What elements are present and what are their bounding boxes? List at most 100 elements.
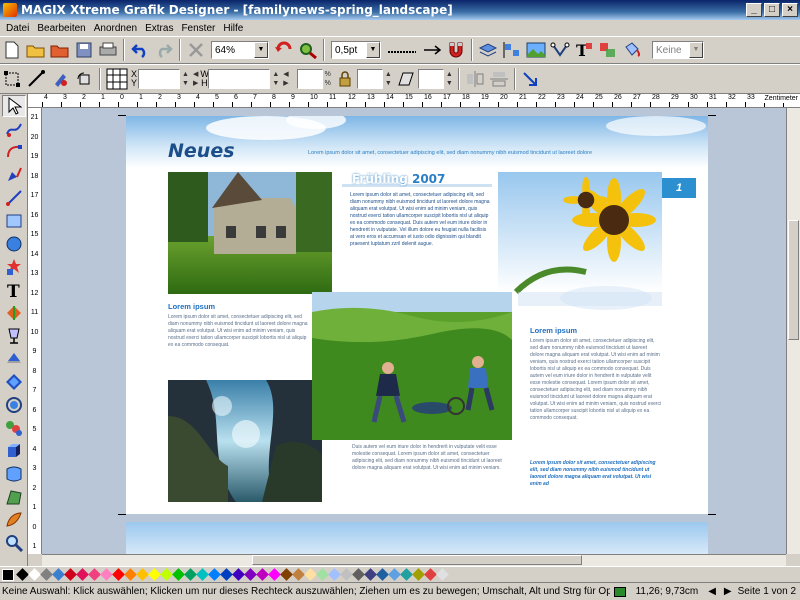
group-icon[interactable] (597, 39, 619, 61)
y-spinner[interactable]: ◀ ▶ (193, 70, 198, 88)
chevron-down-icon[interactable]: ▼ (689, 42, 703, 58)
ellipse-tool-icon[interactable] (2, 233, 26, 255)
section-heading-left[interactable]: Lorem ipsum (168, 302, 215, 311)
print-icon[interactable] (97, 39, 119, 61)
color-swatch[interactable] (328, 568, 341, 581)
redo-icon[interactable] (153, 39, 175, 61)
color-swatch[interactable] (208, 568, 221, 581)
canvas-area[interactable]: Neues Lorem ipsum dolor sit amet, consec… (42, 108, 786, 554)
color-swatch[interactable] (172, 568, 185, 581)
color-swatch[interactable] (280, 568, 293, 581)
vertical-scrollbar[interactable] (786, 108, 800, 554)
menu-fenster[interactable]: Fenster (177, 23, 219, 34)
envelope-tool-icon[interactable] (2, 463, 26, 485)
color-swatch[interactable] (400, 568, 413, 581)
close-button[interactable]: × (782, 3, 798, 17)
quickshape-tool-icon[interactable] (2, 256, 26, 278)
zoom-tool-icon[interactable] (2, 532, 26, 554)
chevron-down-icon[interactable]: ▼ (254, 42, 268, 58)
line-tool-icon[interactable] (25, 68, 47, 90)
zoom-select[interactable]: 64% ▼ (211, 41, 269, 59)
scale-x-input[interactable] (296, 69, 323, 89)
menu-hilfe[interactable]: Hilfe (219, 23, 247, 34)
text-frame-icon[interactable]: T (573, 39, 595, 61)
line-tool-icon[interactable] (2, 187, 26, 209)
connect-icon[interactable] (549, 39, 571, 61)
align-icon[interactable] (501, 39, 523, 61)
color-swatch[interactable] (148, 568, 161, 581)
snap-icon[interactable] (613, 586, 626, 597)
height-spinner[interactable]: ◀ ▶ (283, 70, 288, 88)
spring-title[interactable]: Frühling 2007 (352, 172, 445, 186)
color-swatch[interactable] (88, 568, 101, 581)
rotation-spinner[interactable]: ▲ ▼ (385, 70, 392, 88)
color-swatch[interactable] (412, 568, 425, 581)
color-swatch[interactable] (160, 568, 173, 581)
position-grid-icon[interactable] (105, 68, 129, 90)
save-icon[interactable] (73, 39, 95, 61)
color-swatch[interactable] (424, 568, 437, 581)
page-number-badge[interactable]: 1 (662, 178, 696, 198)
zoom-tool-icon[interactable] (297, 39, 319, 61)
color-swatch[interactable] (124, 568, 137, 581)
chevron-down-icon[interactable]: ▼ (366, 42, 380, 58)
width-input[interactable] (208, 69, 271, 89)
skew-icon[interactable] (395, 68, 417, 90)
fill-tool-icon[interactable] (2, 302, 26, 324)
color-swatch[interactable] (376, 568, 389, 581)
undo-icon[interactable] (129, 39, 151, 61)
minimize-button[interactable]: _ (746, 3, 762, 17)
color-swatch[interactable] (364, 568, 377, 581)
line-width-select[interactable]: 0,5pt ▼ (331, 41, 381, 59)
color-swatch[interactable] (28, 568, 41, 581)
transparency-tool-icon[interactable] (2, 325, 26, 347)
skew-input[interactable] (417, 69, 444, 89)
color-swatch[interactable] (52, 568, 65, 581)
color-swatch[interactable] (316, 568, 329, 581)
document-page[interactable]: Neues Lorem ipsum dolor sit amet, consec… (118, 115, 716, 515)
fill-select[interactable]: Keine ▼ (652, 41, 704, 59)
intro-text[interactable]: Lorem ipsum dolor sit amet, consectetuer… (350, 192, 490, 276)
horizontal-scrollbar[interactable] (42, 554, 786, 566)
feather-tool-icon[interactable] (2, 509, 26, 531)
color-swatch[interactable] (292, 568, 305, 581)
skew-spinner[interactable]: ▲ ▼ (446, 70, 453, 88)
pen-option-icon[interactable] (49, 68, 71, 90)
color-swatch[interactable] (184, 568, 197, 581)
color-swatch[interactable] (232, 568, 245, 581)
flip-horizontal-icon[interactable] (464, 68, 486, 90)
pen-tool-icon[interactable] (2, 164, 26, 186)
rectangle-tool-icon[interactable] (2, 210, 26, 232)
color-swatch[interactable] (388, 568, 401, 581)
color-swatch[interactable] (64, 568, 77, 581)
menu-anordnen[interactable]: Anordnen (90, 23, 141, 34)
color-swatch[interactable] (436, 568, 449, 581)
vertical-ruler[interactable]: 21 20 19 18 17 16 15 14 13 12 11 10 9 8 7 6 5 4 3 2 1 0 1 (28, 108, 42, 554)
color-swatch[interactable] (112, 568, 125, 581)
color-swatch[interactable] (76, 568, 89, 581)
x-position-input[interactable] (138, 69, 180, 89)
newsletter-heading[interactable]: Neues (168, 140, 235, 162)
color-swatch[interactable] (16, 568, 29, 581)
open-folder-icon[interactable] (25, 39, 47, 61)
bevel-tool-icon[interactable] (2, 371, 26, 393)
insert-image-icon[interactable] (525, 39, 547, 61)
center-column-text[interactable]: Duis autem vel eum iriure dolor in hendr… (352, 444, 502, 498)
menu-bearbeiten[interactable]: Bearbeiten (33, 23, 89, 34)
width-spinner[interactable]: ▲ ▼ (272, 70, 279, 88)
delete-icon[interactable] (185, 39, 207, 61)
color-swatch[interactable] (304, 568, 317, 581)
color-swatch[interactable] (220, 568, 233, 581)
extrude-tool-icon[interactable] (2, 440, 26, 462)
arrow-transform-icon[interactable] (520, 68, 542, 90)
menu-datei[interactable]: Datei (2, 23, 33, 34)
next-page-icon[interactable]: ▶ (720, 586, 736, 597)
selector-tool-icon[interactable] (2, 95, 26, 117)
shadow-tool-icon[interactable] (2, 348, 26, 370)
shape-editor-tool-icon[interactable] (2, 141, 26, 163)
mould-tool-icon[interactable] (2, 486, 26, 508)
color-swatch[interactable] (340, 568, 353, 581)
maximize-button[interactable]: □ (764, 3, 780, 17)
color-swatch[interactable] (352, 568, 365, 581)
prev-page-icon[interactable]: ◀ (704, 586, 720, 597)
